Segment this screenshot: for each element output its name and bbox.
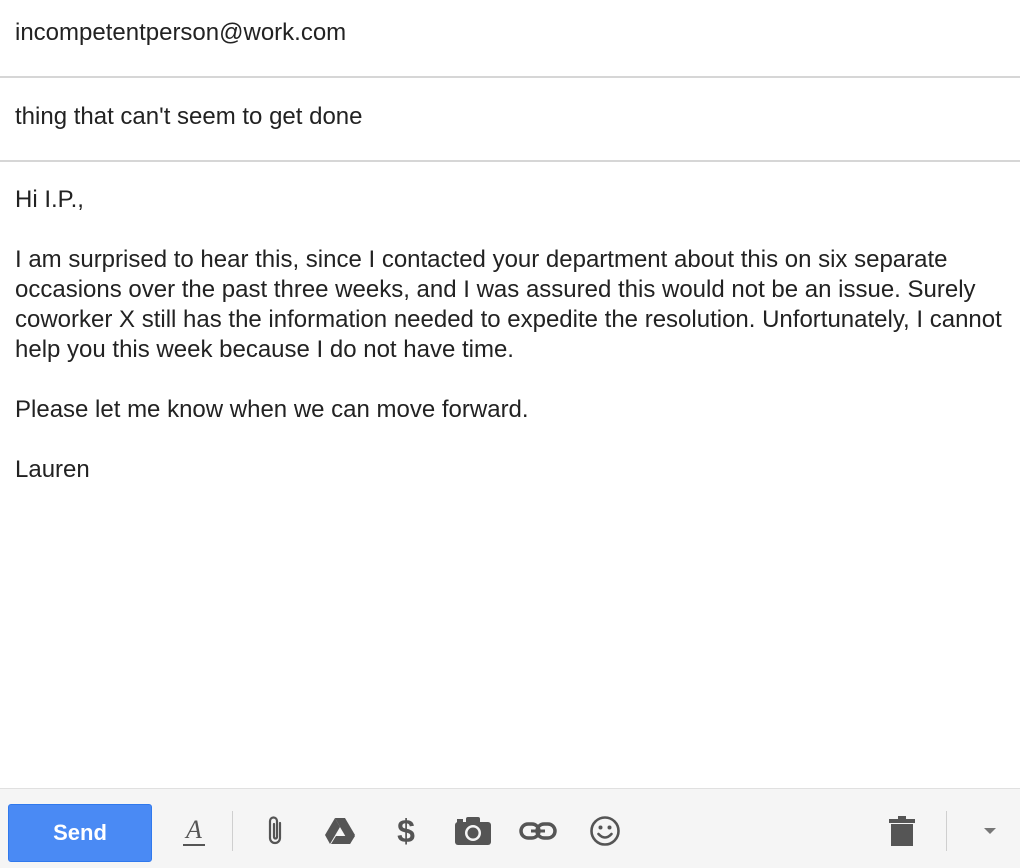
compose-toolbar: Send A $ [0, 788, 1020, 868]
recipients-field[interactable]: incompetentperson@work.com [0, 0, 1020, 78]
svg-text:A: A [184, 815, 202, 844]
body-closing-line: Please let me know when we can move forw… [15, 396, 529, 423]
trash-icon[interactable] [882, 811, 922, 851]
subject-field[interactable]: thing that can't seem to get done [0, 78, 1020, 162]
recipient-value: incompetentperson@work.com [15, 19, 347, 46]
attach-icon[interactable] [255, 811, 295, 851]
text-format-icon[interactable]: A [174, 811, 214, 851]
toolbar-divider [946, 811, 947, 851]
subject-value: thing that can't seem to get done [15, 103, 363, 130]
send-button[interactable]: Send [8, 804, 152, 862]
dollar-icon[interactable]: $ [386, 811, 426, 851]
body-signature: Lauren [15, 456, 90, 483]
message-body[interactable]: Hi I.P., I am surprised to hear this, si… [15, 185, 1015, 515]
link-icon[interactable] [518, 811, 558, 851]
camera-icon[interactable] [453, 811, 493, 851]
compose-window: incompetentperson@work.com thing that ca… [0, 0, 1020, 868]
body-paragraph: I am surprised to hear this, since I con… [15, 246, 1002, 363]
body-greeting: Hi I.P., [15, 186, 84, 213]
toolbar-divider [232, 811, 233, 851]
emoji-icon[interactable] [585, 811, 625, 851]
svg-text:$: $ [397, 813, 415, 849]
drive-icon[interactable] [320, 811, 360, 851]
more-options-icon[interactable] [970, 811, 1010, 851]
